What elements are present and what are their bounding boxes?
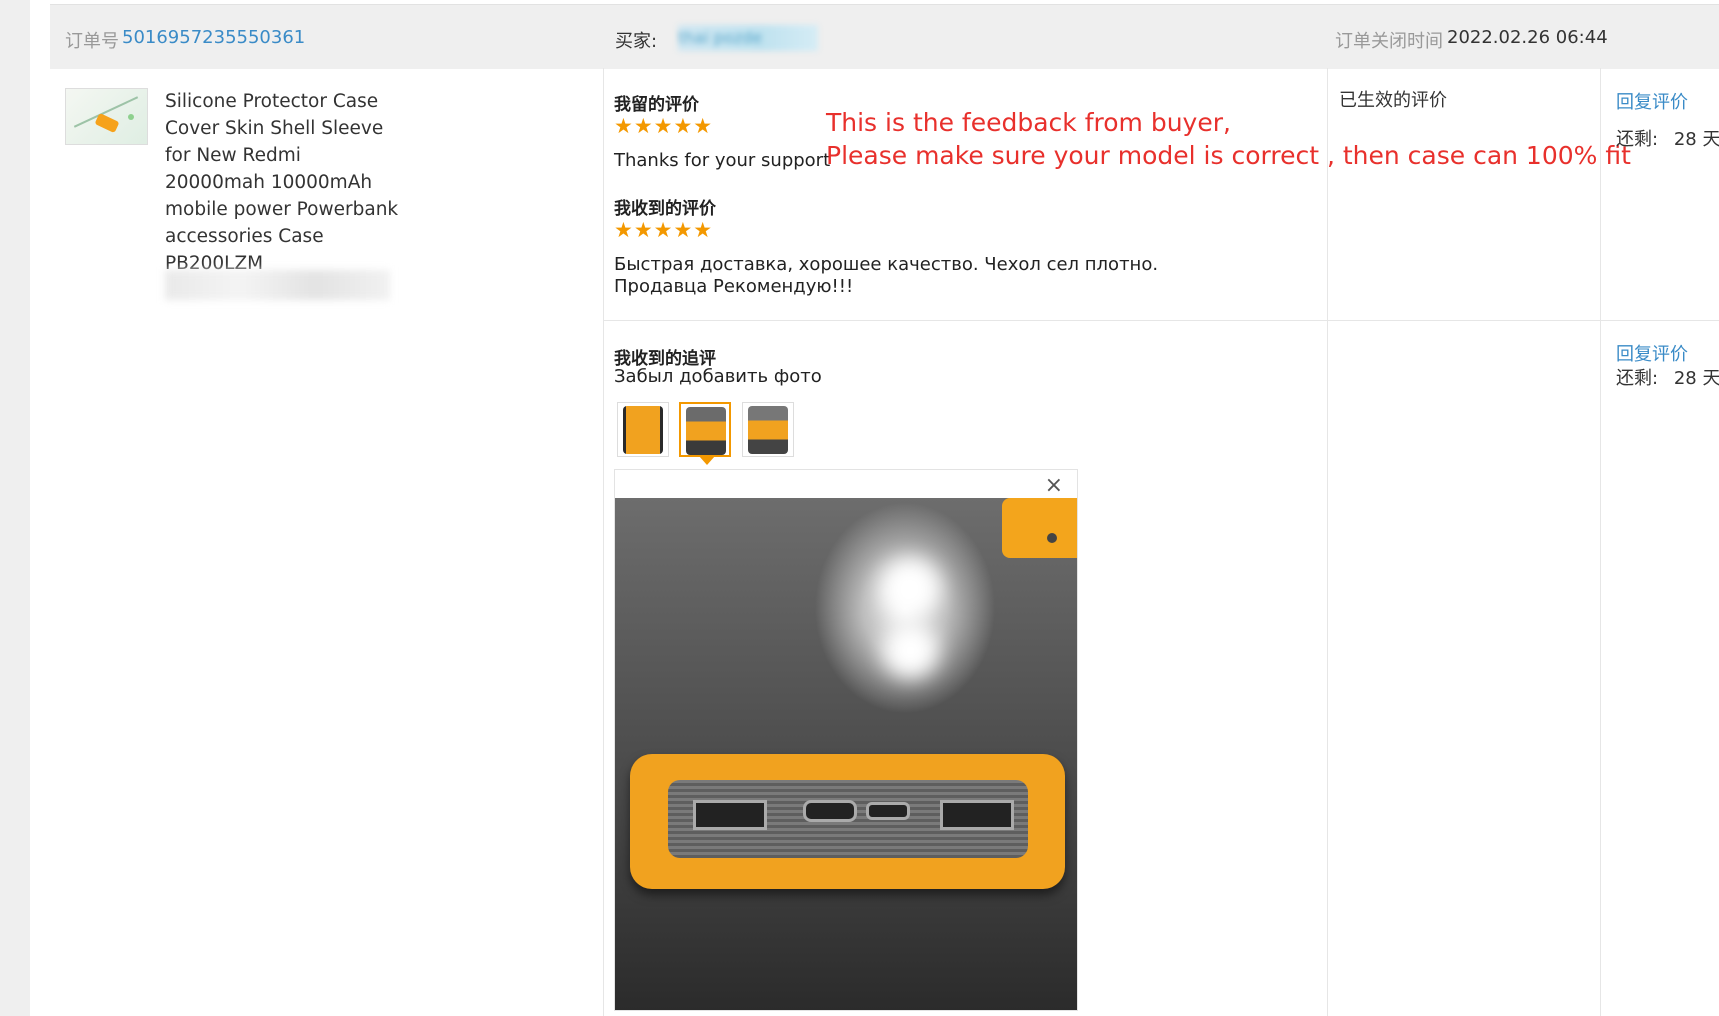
divider [1600, 68, 1601, 1016]
order-number-link[interactable]: 5016957235550361 [122, 27, 305, 48]
divider [603, 68, 604, 1016]
remaining-label: 还剩: [1616, 129, 1659, 150]
remaining-days-followup: 还剩: 28 天 [1616, 364, 1719, 390]
remaining-days: 还剩: 28 天 [1616, 125, 1719, 151]
closed-time-label: 订单关闭时间 [1335, 31, 1443, 52]
annotation-line-1: This is the feedback from buyer, [826, 108, 1231, 137]
product-title-link[interactable]: Silicone Protector Case Cover Skin Shell… [165, 88, 405, 277]
remaining-value: 28 天 [1673, 368, 1719, 389]
my-review-stars: ★★★★★ [614, 114, 714, 138]
reply-followup-link[interactable]: 回复评价 [1616, 340, 1688, 366]
buyer-label: 买家: [615, 31, 658, 52]
review-photo-thumb-2[interactable] [679, 402, 731, 457]
my-review-title: 我留的评价 [614, 95, 699, 115]
divider [1327, 68, 1328, 1016]
close-icon[interactable]: × [1045, 473, 1063, 498]
product-sku-redacted [165, 270, 390, 300]
seller-annotation: This is the feedback from buyer, Please … [826, 106, 1631, 172]
photo-preview-panel: × [614, 469, 1078, 1011]
my-review-text: Thanks for your support [614, 150, 831, 171]
annotation-line-2: Please make sure your model is correct ,… [826, 141, 1631, 170]
selected-photo-pointer [699, 456, 715, 465]
divider [603, 320, 1719, 321]
left-gutter [0, 0, 30, 1016]
effective-review-status: 已生效的评价 [1339, 90, 1447, 111]
order-header: 订单号 5016957235550361 买家: thai pozde 订单关闭… [50, 4, 1719, 69]
received-review-stars: ★★★★★ [614, 218, 714, 242]
order-number-label: 订单号 [65, 31, 119, 52]
buyer-name-link[interactable]: thai pozde [678, 25, 818, 51]
remaining-value: 28 天 [1673, 129, 1719, 150]
remaining-label: 还剩: [1616, 368, 1659, 389]
product-thumbnail[interactable] [65, 88, 148, 145]
followup-review-text: Забыл добавить фото [614, 366, 822, 387]
reply-review-link[interactable]: 回复评价 [1616, 88, 1688, 114]
review-photo-large [615, 498, 1077, 1010]
received-review-text: Быстрая доставка, хорошее качество. Чехо… [614, 254, 1159, 297]
closed-time-value: 2022.02.26 06:44 [1447, 27, 1608, 48]
review-photo-thumb-3[interactable] [742, 402, 794, 457]
review-photo-thumb-1[interactable] [617, 402, 669, 457]
received-review-title: 我收到的评价 [614, 199, 716, 219]
